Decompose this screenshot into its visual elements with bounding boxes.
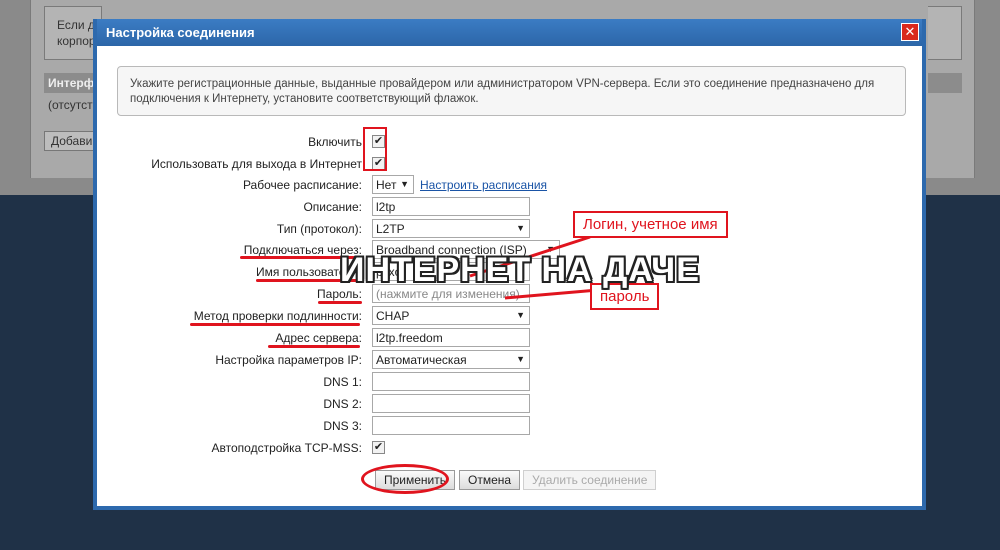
login-callout: Логин, учетное имя — [573, 211, 728, 238]
watermark: ИНТЕРНЕТ НА ДАЧЕ — [340, 251, 700, 289]
password-arrow — [504, 288, 599, 300]
